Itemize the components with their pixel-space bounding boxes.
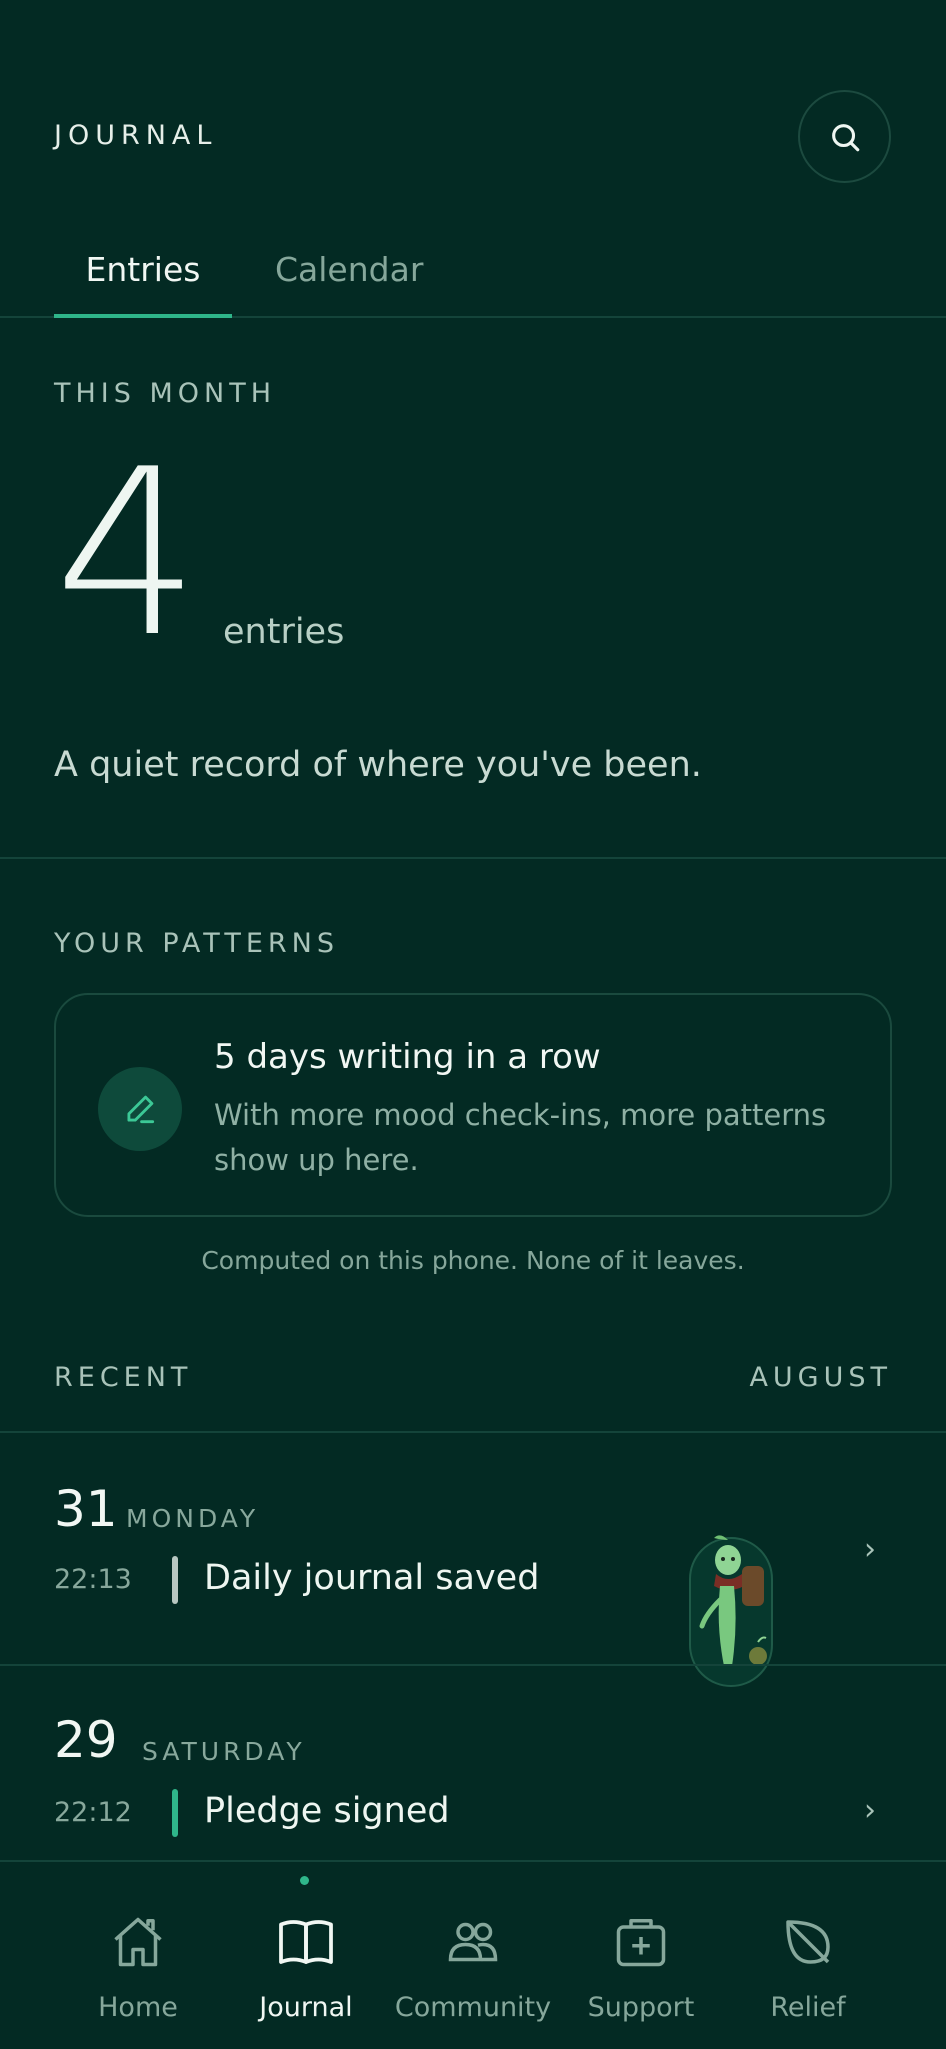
entry-title: Pledge signed	[204, 1791, 450, 1831]
header: JOURNAL	[0, 0, 946, 230]
pattern-icon-badge	[98, 1067, 182, 1151]
nav-label: Relief	[770, 1992, 846, 2023]
nav-label: Home	[98, 1992, 178, 2023]
tagline: A quiet record of where you've been.	[54, 745, 702, 785]
entry-time: 22:13	[54, 1564, 132, 1595]
leaf-icon	[786, 1920, 830, 1964]
nav-label: Journal	[259, 1992, 353, 2023]
nav-home[interactable]: Home	[53, 1862, 223, 2049]
entry-marker	[172, 1556, 178, 1604]
pattern-card[interactable]: 5 days writing in a row With more mood c…	[54, 993, 892, 1217]
bottom-nav: Home Journal Community Support Relief	[0, 1860, 946, 2049]
entry-weekday: SATURDAY	[142, 1737, 306, 1766]
entry-title: Daily journal saved	[204, 1558, 540, 1598]
entry-weekday: MONDAY	[126, 1504, 260, 1533]
journal-entry[interactable]: 29 SATURDAY 22:12 Pledge signed ›	[0, 1665, 946, 1860]
nav-relief[interactable]: Relief	[723, 1862, 893, 2049]
entry-marker	[172, 1789, 178, 1837]
pattern-body: With more mood check-ins, more patterns …	[214, 1098, 827, 1177]
book-icon	[279, 1920, 333, 1964]
tab-entries[interactable]: Entries	[54, 240, 232, 318]
page-title: JOURNAL	[54, 120, 218, 151]
recent-label: RECENT	[54, 1362, 193, 1393]
pattern-title: 5 days writing in a row	[214, 1037, 601, 1077]
entry-count: 4	[54, 421, 201, 688]
nav-community[interactable]: Community	[388, 1862, 558, 2049]
nav-support[interactable]: Support	[556, 1862, 726, 2049]
entry-time: 22:12	[54, 1797, 132, 1828]
nav-label: Support	[587, 1992, 695, 2023]
entry-day: 31	[54, 1480, 118, 1538]
nav-journal[interactable]: Journal	[221, 1862, 391, 2049]
search-button[interactable]	[798, 90, 891, 183]
entry-count-unit: entries	[223, 612, 345, 652]
divider	[0, 857, 946, 859]
privacy-note: Computed on this phone. None of it leave…	[201, 1246, 745, 1275]
this-month-label: THIS MONTH	[54, 378, 277, 409]
home-icon	[114, 1917, 162, 1967]
chevron-right-icon: ›	[864, 1793, 876, 1828]
tab-calendar[interactable]: Calendar	[275, 250, 423, 317]
people-icon	[448, 1922, 498, 1962]
journal-entry[interactable]: 31 MONDAY 22:13 Daily journal saved ›	[0, 1432, 946, 1664]
tab-bar: Entries Calendar	[0, 240, 946, 318]
month-label: AUGUST	[749, 1362, 892, 1393]
entry-day: 29	[54, 1711, 118, 1769]
chevron-right-icon: ›	[864, 1532, 876, 1567]
medical-kit-icon	[616, 1919, 666, 1967]
search-icon	[831, 123, 859, 151]
nav-label: Community	[394, 1992, 552, 2023]
pencil-icon	[127, 1095, 155, 1124]
patterns-label: YOUR PATTERNS	[54, 928, 339, 959]
